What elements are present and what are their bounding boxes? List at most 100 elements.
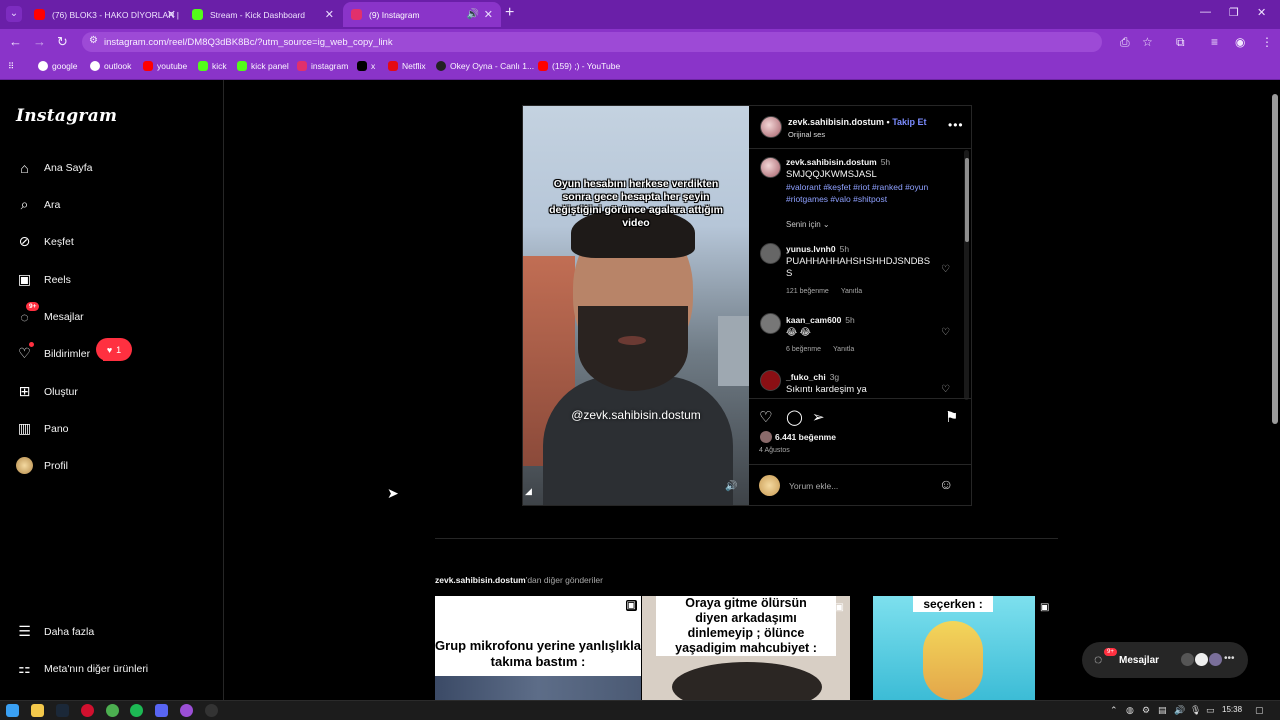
nav-dashboard[interactable]: ▥ Pano — [16, 420, 69, 437]
close-window-icon[interactable]: ✕ — [1257, 6, 1266, 19]
bookmark-star-icon[interactable]: ☆ — [1142, 35, 1153, 49]
comment-like-icon[interactable]: ♡ — [941, 327, 950, 338]
more-posts-username[interactable]: zevk.sahibisin.dostum — [435, 575, 526, 585]
nav-home[interactable]: ⌂ Ana Sayfa — [16, 159, 92, 176]
nav-explore[interactable]: ⊘ Keşfet — [16, 233, 74, 250]
page-scroll-thumb[interactable] — [1272, 94, 1278, 424]
nav-meta-products[interactable]: ⚏ Meta'nın diğer ürünleri — [16, 660, 148, 677]
bookmark-google[interactable]: google — [38, 61, 78, 71]
close-tab-icon[interactable]: ✕ — [484, 8, 493, 21]
close-tab-icon[interactable]: ✕ — [167, 8, 176, 21]
mic-icon[interactable]: 🎙 — [1190, 705, 1201, 716]
forward-icon[interactable]: → — [33, 34, 46, 49]
more-post-thumb[interactable]: seçerken : — [873, 596, 1035, 700]
minimize-icon[interactable]: — — [1200, 6, 1211, 18]
comment-likes[interactable]: 121 beğenme — [786, 288, 829, 295]
tab-kick[interactable]: Stream - Kick Dashboard ✕ — [184, 2, 342, 27]
opera-icon[interactable] — [81, 704, 94, 717]
nav-profile[interactable]: Profil — [16, 457, 68, 474]
tray-icon[interactable]: ⚙ — [1142, 705, 1150, 716]
more-post-thumb[interactable]: Oraya gitme ölürsün diyen arkadaşımı din… — [642, 596, 850, 700]
nav-notifications[interactable]: ♡ Bildirimler — [16, 342, 90, 362]
author-username[interactable]: zevk.sahibisin.dostum — [788, 117, 884, 127]
like-icon[interactable]: ♡ — [759, 408, 772, 426]
chrome-icon[interactable] — [106, 704, 119, 717]
media-control-icon[interactable]: ≡ — [1211, 35, 1218, 49]
notification-pill[interactable]: ♥ 1 — [96, 338, 132, 361]
site-info-icon[interactable]: ⚙ — [89, 35, 98, 46]
comment-username[interactable]: kaan_cam600 — [786, 315, 841, 325]
comment-username[interactable]: _fuko_chi — [786, 372, 826, 382]
steam-icon[interactable] — [56, 704, 69, 717]
share-icon[interactable]: ➢ — [812, 408, 825, 426]
caption-username[interactable]: zevk.sahibisin.dostum — [786, 157, 877, 167]
comment-icon[interactable]: ◯ — [786, 408, 803, 426]
apps-grid-icon[interactable]: ⠿ — [8, 61, 14, 72]
caption-avatar[interactable] — [760, 157, 781, 178]
nav-more[interactable]: ☰ Daha fazla — [16, 623, 94, 640]
tray-chevron-icon[interactable]: ⌃ — [1110, 705, 1118, 716]
volume-icon[interactable]: 🔊 — [725, 481, 737, 492]
spotify-icon[interactable] — [130, 704, 143, 717]
tray-icon[interactable]: ▤ — [1158, 705, 1167, 716]
restore-icon[interactable]: ❐ — [1229, 6, 1239, 19]
comment-likes[interactable]: 6 beğenme — [786, 346, 821, 353]
bookmark-okey[interactable]: Okey Oyna - Canlı 1... — [436, 61, 534, 71]
close-tab-icon[interactable]: ✕ — [325, 8, 334, 21]
start-icon[interactable] — [6, 704, 19, 717]
reply-button[interactable]: Yanıtla — [841, 288, 862, 295]
bookmark-youtube-159[interactable]: (159) ;) - YouTube — [538, 61, 620, 71]
tab-instagram[interactable]: (9) Instagram 🔊 ✕ — [343, 2, 501, 27]
volume-icon[interactable]: 🔊 — [1174, 705, 1185, 716]
bookmark-kick[interactable]: kick — [198, 61, 227, 71]
app-icon[interactable] — [205, 704, 218, 717]
follow-button[interactable]: Takip Et — [892, 117, 926, 127]
bookmark-kick-panel[interactable]: kick panel — [237, 61, 289, 71]
reply-button[interactable]: Yanıtla — [833, 346, 854, 353]
nav-messages[interactable]: ◌ 9+ Mesajlar — [16, 302, 84, 325]
tab-youtube[interactable]: (76) BLOK3 - HAKO DİYORLAR | ✕ — [26, 2, 184, 27]
file-explorer-icon[interactable] — [31, 704, 44, 717]
bookmark-x[interactable]: x — [357, 61, 375, 71]
tab-search-icon[interactable]: ⌄ — [6, 6, 22, 22]
comment-like-icon[interactable]: ♡ — [941, 384, 950, 395]
messages-pill[interactable]: ◌ 9+ Mesajlar ••• — [1082, 642, 1248, 678]
bookmark-netflix[interactable]: Netflix — [388, 61, 426, 71]
author-avatar[interactable] — [760, 116, 782, 138]
audio-label[interactable]: Orijinal ses — [788, 130, 825, 139]
new-tab-button[interactable]: + — [505, 4, 514, 22]
comment-sort-dropdown[interactable]: Senin için ⌄ — [786, 220, 830, 229]
address-bar[interactable]: ⚙ instagram.com/reel/DM8Q3dBK8Bc/?utm_so… — [82, 32, 1102, 52]
caption-hashtags[interactable]: #valorant #keşfet #riot #ranked #oyun #r… — [786, 181, 956, 205]
speaker-icon[interactable]: 🔊 — [467, 9, 479, 20]
install-app-icon[interactable]: ⎙ — [1120, 35, 1130, 50]
reload-icon[interactable]: ↻ — [57, 34, 68, 50]
extensions-icon[interactable]: ⧉ — [1176, 35, 1185, 50]
more-post-thumb[interactable]: Grup mikrofonu yerine yanlışlıkla takıma… — [435, 596, 641, 700]
network-icon[interactable]: ▭ — [1206, 705, 1215, 716]
page-scrollbar[interactable] — [1270, 80, 1280, 700]
discord-icon[interactable] — [155, 704, 168, 717]
notification-center-icon[interactable]: ▢ — [1255, 705, 1264, 716]
comments-scroll-thumb[interactable] — [965, 158, 969, 242]
nav-create[interactable]: ⊞ Oluştur — [16, 383, 78, 400]
comment-avatar[interactable] — [760, 313, 781, 334]
bookmark-instagram[interactable]: instagram — [297, 61, 348, 71]
instagram-logo[interactable]: Instagram — [16, 106, 117, 126]
browser-menu-icon[interactable]: ⋮ — [1261, 35, 1273, 49]
save-bookmark-icon[interactable]: ⚑ — [945, 408, 958, 426]
back-icon[interactable]: ← — [9, 34, 22, 49]
bookmark-youtube[interactable]: youtube — [143, 61, 187, 71]
comment-avatar[interactable] — [760, 243, 781, 264]
bookmark-outlook[interactable]: outlook — [90, 61, 131, 71]
comment-avatar[interactable] — [760, 370, 781, 391]
likes-count[interactable]: 6.441 beğenme — [775, 432, 836, 442]
reel-video[interactable]: Oyun hesabını herkese verdikten sonra ge… — [523, 106, 749, 505]
nav-reels[interactable]: ▣ Reels — [16, 271, 71, 288]
comment-like-icon[interactable]: ♡ — [941, 264, 950, 275]
comment-input[interactable]: Yorum ekle... — [789, 481, 838, 491]
emoji-icon[interactable]: ☺ — [939, 476, 953, 492]
more-options-icon[interactable]: ••• — [948, 118, 964, 132]
comment-username[interactable]: yunus.lvnh0 — [786, 244, 836, 254]
nav-search[interactable]: ⌕ Ara — [16, 196, 61, 213]
